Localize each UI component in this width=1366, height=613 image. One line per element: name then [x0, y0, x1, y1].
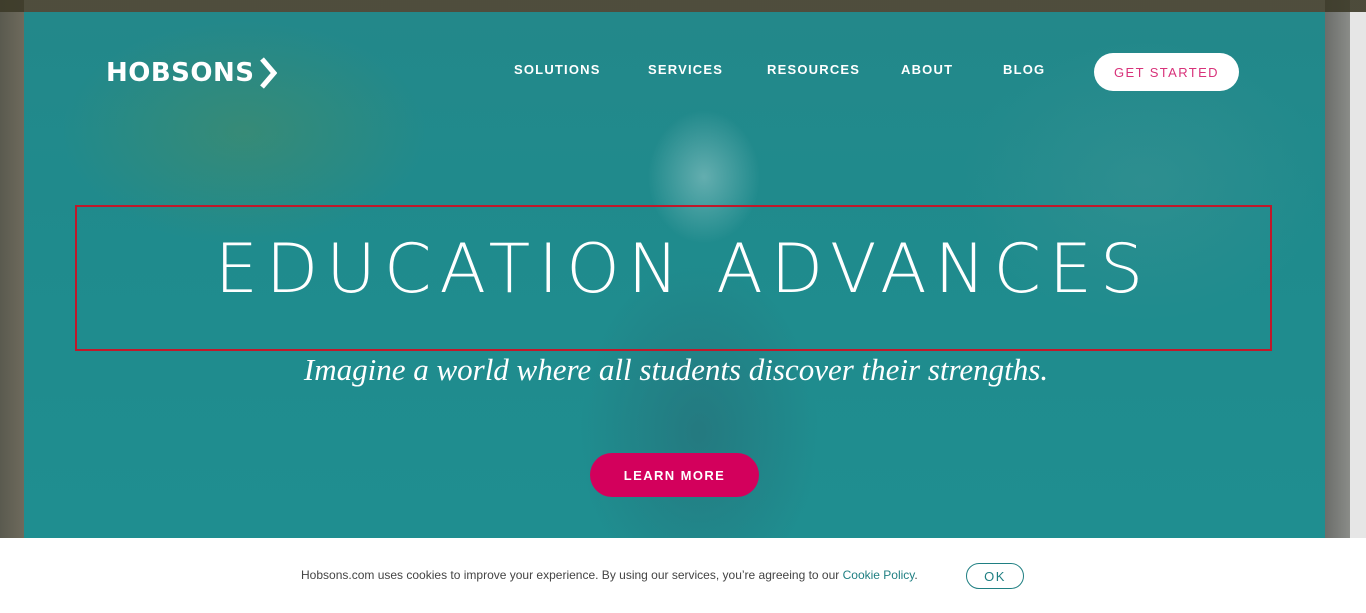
cookie-ok-button[interactable]: OK	[966, 563, 1024, 589]
learn-more-button[interactable]: LEARN MORE	[590, 453, 759, 497]
cookie-notice-period: .	[914, 568, 918, 582]
nav-item-solutions[interactable]: SOLUTIONS	[514, 62, 601, 77]
hero-subheadline: Imagine a world where all students disco…	[303, 352, 1049, 387]
cookie-policy-link[interactable]: Cookie Policy	[843, 568, 915, 582]
cookie-notice-bar: Hobsons.com uses cookies to improve your…	[0, 538, 1366, 613]
cookie-notice-text: Hobsons.com uses cookies to improve your…	[301, 568, 918, 582]
nav-item-blog[interactable]: BLOG	[1003, 62, 1045, 77]
nav-item-resources[interactable]: RESOURCES	[767, 62, 860, 77]
hero-headline: EDUCATION ADVANCES	[214, 230, 1152, 309]
nav-item-services[interactable]: SERVICES	[648, 62, 723, 77]
get-started-button[interactable]: GET STARTED	[1094, 53, 1239, 91]
nav-item-about[interactable]: ABOUT	[901, 62, 953, 77]
cookie-notice-message: Hobsons.com uses cookies to improve your…	[301, 568, 843, 582]
